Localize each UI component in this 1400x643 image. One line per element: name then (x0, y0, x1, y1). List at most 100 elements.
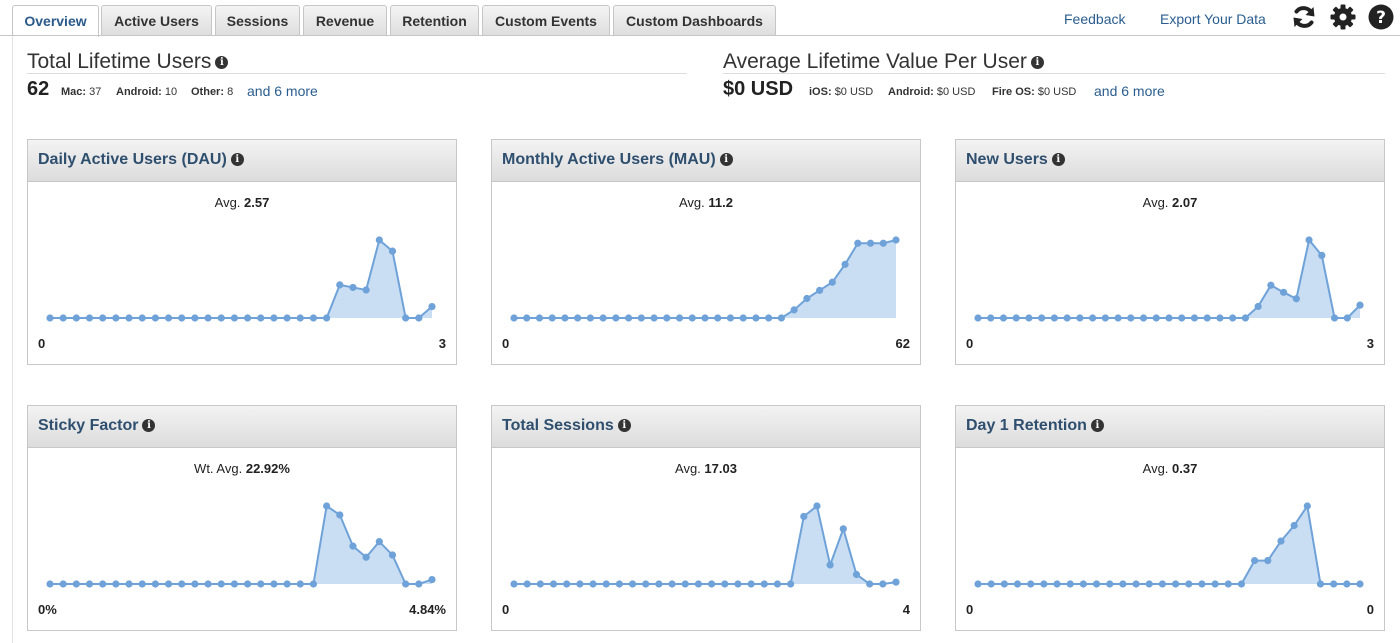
sparkline-point[interactable] (1053, 580, 1061, 588)
panel-total-sessions[interactable]: Total Sessions i Avg. 17.03 0 4 (491, 405, 921, 631)
sparkline-point[interactable] (1171, 580, 1180, 588)
sparkline-point[interactable] (1203, 314, 1211, 322)
sparkline-point[interactable] (510, 580, 518, 588)
sparkline-point[interactable] (625, 314, 633, 322)
sparkline-point[interactable] (1343, 314, 1351, 322)
sparkline-point[interactable] (1305, 236, 1313, 244)
info-icon[interactable]: i (1090, 419, 1104, 433)
tab-revenue[interactable]: Revenue (303, 5, 387, 35)
sparkline-point[interactable] (854, 239, 862, 247)
sparkline-point[interactable] (125, 314, 133, 322)
sparkline-point[interactable] (987, 314, 995, 322)
sparkline-point[interactable] (615, 580, 623, 588)
sparkline-point[interactable] (1267, 281, 1275, 289)
sparkline-point[interactable] (1178, 314, 1186, 322)
sparkline-point[interactable] (375, 538, 383, 546)
sparkline-point[interactable] (402, 580, 410, 588)
tab-overview[interactable]: Overview (12, 5, 99, 37)
tab-custom-events[interactable]: Custom Events (482, 5, 610, 35)
sparkline-point[interactable] (99, 314, 107, 322)
tab-active-users[interactable]: Active Users (101, 5, 212, 35)
sparkline-point[interactable] (191, 580, 199, 588)
sparkline-point[interactable] (974, 314, 982, 322)
sparkline-point[interactable] (72, 580, 80, 588)
sparkline-point[interactable] (841, 260, 849, 268)
sparkline-point[interactable] (726, 314, 735, 322)
sparkline-point[interactable] (1038, 314, 1046, 322)
sparkline-point[interactable] (1211, 580, 1219, 588)
sparkline-point[interactable] (773, 580, 782, 588)
sparkline-point[interactable] (589, 580, 597, 588)
sparkline-point[interactable] (1251, 557, 1259, 565)
sparkline-point[interactable] (1316, 580, 1325, 588)
sparkline-point[interactable] (1264, 557, 1272, 565)
panel-dau[interactable]: Daily Active Users (DAU) i Avg. 2.57 0 3 (27, 139, 457, 365)
lifetime-value-more-link[interactable]: and 6 more (1094, 83, 1165, 99)
sparkline-point[interactable] (777, 314, 785, 322)
tab-retention[interactable]: Retention (390, 5, 479, 35)
sparkline-point[interactable] (637, 314, 645, 322)
sparkline-point[interactable] (296, 580, 304, 588)
sparkline-point[interactable] (1198, 580, 1206, 588)
sparkline-point[interactable] (999, 314, 1008, 322)
sparkline-point[interactable] (151, 314, 159, 322)
sparkline-point[interactable] (523, 580, 531, 588)
panel-sticky-factor[interactable]: Sticky Factor i Wt. Avg. 22.92% 0% 4.84% (27, 405, 457, 631)
sparkline-point[interactable] (816, 286, 824, 294)
sparkline-point[interactable] (270, 314, 278, 322)
sparkline-point[interactable] (866, 239, 875, 247)
sparkline-point[interactable] (599, 314, 607, 322)
sparkline-point[interactable] (402, 314, 410, 322)
sparkline-point[interactable] (415, 314, 423, 322)
sparkline-point[interactable] (138, 314, 146, 322)
sparkline-point[interactable] (879, 239, 887, 247)
sparkline-point[interactable] (681, 580, 689, 588)
sparkline-point[interactable] (1356, 301, 1364, 309)
sparkline-point[interactable] (721, 580, 729, 588)
sparkline-point[interactable] (866, 580, 874, 588)
sparkline-point[interactable] (138, 580, 146, 588)
sparkline-point[interactable] (1303, 502, 1311, 510)
sparkline-point[interactable] (1165, 314, 1173, 322)
sparkline-point[interactable] (803, 294, 811, 303)
sparkline-point[interactable] (125, 580, 133, 588)
sparkline-point[interactable] (1229, 314, 1237, 322)
sparkline-point[interactable] (283, 314, 291, 322)
sparkline-point[interactable] (85, 314, 94, 322)
sparkline-point[interactable] (1145, 580, 1153, 588)
sparkline-point[interactable] (46, 580, 54, 588)
sparkline-point[interactable] (204, 580, 212, 588)
refresh-icon[interactable] (1290, 3, 1318, 31)
sparkline-point[interactable] (1092, 580, 1101, 588)
sparkline-point[interactable] (1190, 314, 1199, 322)
sparkline-point[interactable] (1216, 314, 1224, 322)
sparkline-point[interactable] (415, 580, 423, 588)
sparkline-point[interactable] (375, 236, 383, 244)
sparkline-point[interactable] (1127, 314, 1135, 322)
sparkline-point[interactable] (336, 511, 344, 519)
sparkline-point[interactable] (839, 525, 847, 533)
sparkline-point[interactable] (1330, 314, 1339, 322)
sparkline-point[interactable] (191, 314, 199, 322)
sparkline-point[interactable] (892, 578, 900, 586)
sparkline-point[interactable] (1106, 580, 1114, 588)
sparkline-point[interactable] (1277, 537, 1285, 545)
sparkline-point[interactable] (1012, 314, 1020, 322)
tab-sessions[interactable]: Sessions (215, 5, 300, 35)
sparkline-point[interactable] (349, 283, 357, 292)
info-icon[interactable]: i (617, 419, 631, 433)
sparkline-point[interactable] (688, 314, 696, 322)
sparkline-point[interactable] (1318, 251, 1326, 260)
sparkline-point[interactable] (1027, 580, 1035, 588)
sparkline-point[interactable] (204, 314, 212, 322)
sparkline-point[interactable] (243, 314, 252, 322)
sparkline-point[interactable] (879, 580, 887, 588)
help-icon[interactable]: ? (1367, 3, 1395, 31)
sparkline-point[interactable] (428, 575, 436, 584)
sparkline-point[interactable] (1330, 580, 1338, 588)
sparkline-point[interactable] (752, 314, 760, 322)
sparkline-point[interactable] (655, 580, 663, 588)
sparkline-point[interactable] (85, 580, 94, 588)
sparkline-point[interactable] (1063, 314, 1071, 322)
sparkline-point[interactable] (164, 314, 173, 322)
